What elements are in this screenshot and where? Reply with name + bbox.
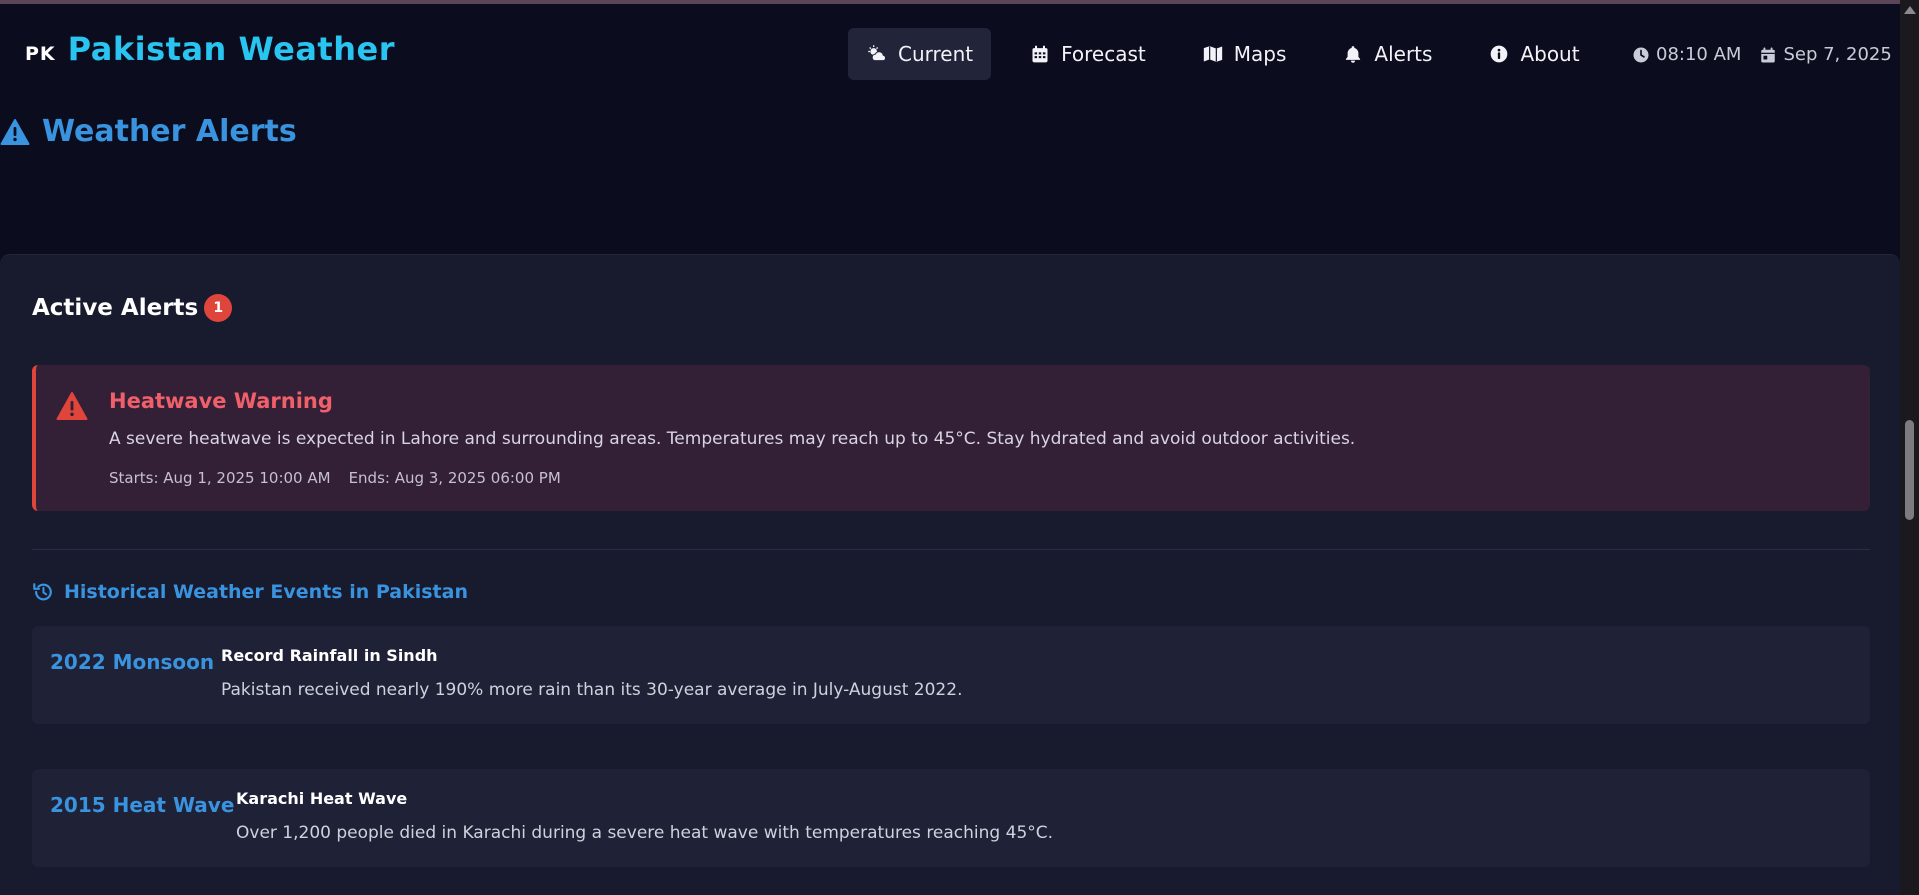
history-title: Historical Weather Events in Pakistan xyxy=(64,581,468,603)
history-event[interactable]: 2022 Monsoon Record Rainfall in Sindh Pa… xyxy=(32,626,1870,724)
alert-times: Starts: Aug 1, 2025 10:00 AM Ends: Aug 3… xyxy=(109,469,579,487)
history-icon xyxy=(32,581,54,603)
brand-title: Pakistan Weather xyxy=(67,30,395,68)
map-icon xyxy=(1202,43,1224,65)
calendar-day-icon xyxy=(1759,46,1777,64)
scrollbar-thumb[interactable] xyxy=(1905,420,1914,520)
nav-maps-label: Maps xyxy=(1233,42,1287,66)
active-alerts-title: Active Alerts xyxy=(32,295,199,321)
event-year: 2022 Monsoon xyxy=(50,650,215,674)
warning-triangle-icon xyxy=(0,118,30,146)
nav-alerts[interactable]: Alerts xyxy=(1324,28,1450,80)
event-title: Record Rainfall in Sindh xyxy=(221,646,438,665)
alert-item[interactable]: Heatwave Warning A severe heatwave is ex… xyxy=(32,365,1870,511)
datetime-display: 08:10 AM Sep 7, 2025 xyxy=(1632,44,1892,65)
page-title-text: Weather Alerts xyxy=(42,114,297,149)
nav-current[interactable]: Current xyxy=(848,28,992,80)
alert-description: A severe heatwave is expected in Lahore … xyxy=(109,429,1356,449)
nav-alerts-label: Alerts xyxy=(1374,42,1433,66)
brand-flag: PK xyxy=(25,43,56,65)
event-title: Karachi Heat Wave xyxy=(236,789,408,808)
alerts-card: Active Alerts 1 Heatwave Warning A sever… xyxy=(0,254,1900,895)
main-nav: Current Forecast Maps Alerts About xyxy=(848,28,1618,80)
nav-about-label: About xyxy=(1520,42,1580,66)
event-description: Over 1,200 people died in Karachi during… xyxy=(236,823,1054,843)
site-header: PK Pakistan Weather Current Forecast Map… xyxy=(0,4,1900,104)
event-year: 2015 Heat Wave xyxy=(50,793,235,817)
alert-end-time: Ends: Aug 3, 2025 06:00 PM xyxy=(348,469,561,487)
alert-warning-icon xyxy=(56,391,88,421)
active-alerts-heading: Active Alerts 1 xyxy=(32,294,233,322)
page: PK Pakistan Weather Current Forecast Map… xyxy=(0,4,1900,895)
section-divider xyxy=(32,549,1870,550)
current-date: Sep 7, 2025 xyxy=(1783,44,1892,65)
event-description: Pakistan received nearly 190% more rain … xyxy=(221,680,963,700)
vertical-scrollbar[interactable] xyxy=(1900,0,1919,895)
history-event[interactable]: 2015 Heat Wave Karachi Heat Wave Over 1,… xyxy=(32,769,1870,867)
nav-about[interactable]: About xyxy=(1470,28,1597,80)
calendar-icon xyxy=(1029,43,1051,65)
nav-current-label: Current xyxy=(898,42,974,66)
alert-count-badge: 1 xyxy=(204,294,233,322)
brand-logo[interactable]: PK Pakistan Weather xyxy=(25,30,395,68)
page-title: Weather Alerts xyxy=(0,114,297,149)
nav-maps[interactable]: Maps xyxy=(1184,28,1305,80)
history-heading: Historical Weather Events in Pakistan xyxy=(32,581,468,603)
alert-title: Heatwave Warning xyxy=(109,389,333,413)
bell-icon xyxy=(1342,43,1364,65)
cloud-sun-icon xyxy=(866,43,888,65)
alert-start-time: Starts: Aug 1, 2025 10:00 AM xyxy=(109,469,331,487)
info-circle-icon xyxy=(1488,43,1510,65)
nav-forecast[interactable]: Forecast xyxy=(1011,28,1164,80)
current-time: 08:10 AM xyxy=(1656,44,1742,65)
nav-forecast-label: Forecast xyxy=(1061,42,1146,66)
scroll-up-arrow-icon[interactable] xyxy=(1904,6,1916,14)
clock-icon xyxy=(1632,46,1650,64)
